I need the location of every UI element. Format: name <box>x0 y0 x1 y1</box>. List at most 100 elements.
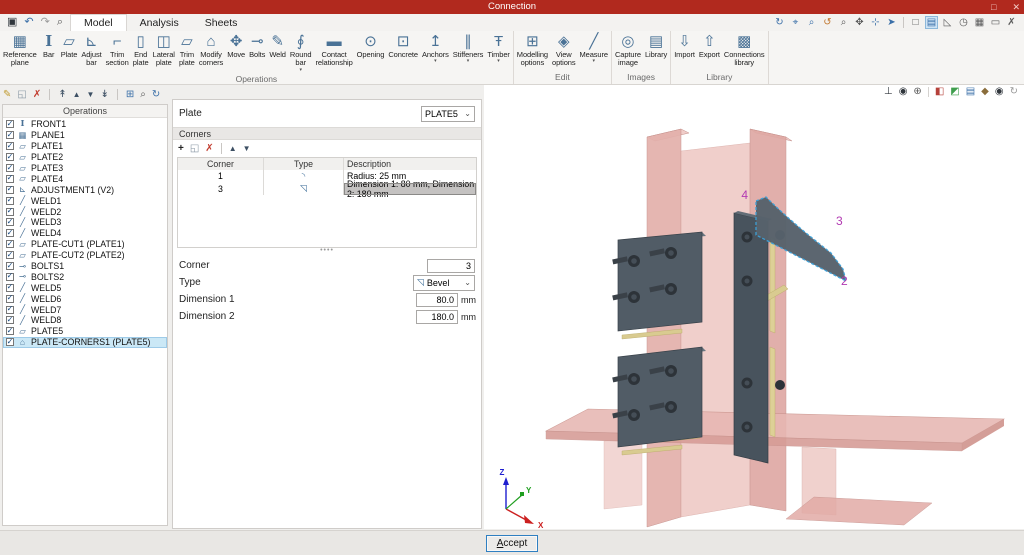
ribbon-button-stiffeners[interactable]: ∥ Stiffeners <box>451 31 486 63</box>
table-row[interactable]: 3 ◹ Dimension 1: 80 mm, Dimension 2: 180… <box>178 179 476 199</box>
ribbon-button-bar[interactable]: I Bar <box>39 31 59 59</box>
refresh-icon[interactable]: ↻ <box>152 89 160 100</box>
ribbon-button-anchors[interactable]: ↥ Anchors <box>420 31 451 63</box>
tree-item-weld8[interactable]: ╱ WELD8 <box>3 315 167 326</box>
checkbox-icon[interactable] <box>6 294 14 303</box>
ribbon-button-import[interactable]: ⇩ Import <box>672 31 697 59</box>
zoom-window-icon[interactable]: ⌕ <box>805 16 818 29</box>
corner-input[interactable]: 3 <box>427 258 475 273</box>
orbit-icon[interactable]: ◉ <box>899 87 908 97</box>
ribbon-button-trim-plate[interactable]: ▱ Trim plate <box>177 31 197 68</box>
ribbon-button-export[interactable]: ⇧ Export <box>697 31 722 59</box>
tree-item-bolts2[interactable]: ⊸ BOLTS2 <box>3 271 167 282</box>
ribbon-button-contact-relationship[interactable]: ▬ Contact relationship <box>314 31 355 68</box>
checkbox-icon[interactable] <box>6 338 14 347</box>
solid-view-icon[interactable]: ◧ <box>935 87 944 97</box>
close-icon[interactable]: ✕ <box>1012 0 1020 14</box>
panel-splitter[interactable]: •••• <box>173 247 481 256</box>
delete-icon[interactable]: ✗ <box>33 89 41 100</box>
ribbon-button-bolts[interactable]: ⊸ Bolts <box>247 31 267 59</box>
tree-item-plate-corners1[interactable]: ⌂ PLATE-CORNERS1 (PLATE5) <box>3 336 167 348</box>
checkbox-icon[interactable] <box>6 196 14 205</box>
tree-item-weld5[interactable]: ╱ WELD5 <box>3 282 167 293</box>
tree-item-plate4[interactable]: ▱ PLATE4 <box>3 173 167 184</box>
move-top-icon[interactable]: ↟ <box>58 89 66 100</box>
zoom-extents-icon[interactable]: ⌖ <box>789 16 802 29</box>
ribbon-button-view-options[interactable]: ◈ View options <box>550 31 577 68</box>
move-up-icon[interactable]: ▲ <box>73 90 81 99</box>
tab-sheets[interactable]: Sheets <box>192 14 251 31</box>
type-select[interactable]: ◹ Bevel ⌄ <box>413 274 475 291</box>
rotate-model-icon[interactable]: ↻ <box>1010 87 1018 97</box>
ribbon-button-lateral-plate[interactable]: ◫ Lateral plate <box>151 31 177 68</box>
checkbox-icon[interactable] <box>6 240 14 249</box>
checkbox-icon[interactable] <box>6 251 14 260</box>
ribbon-button-image-library[interactable]: ▤ Library <box>643 31 669 59</box>
tab-model[interactable]: Model <box>70 14 127 31</box>
checkbox-icon[interactable] <box>6 316 14 325</box>
tree-item-weld1[interactable]: ╱ WELD1 <box>3 195 167 206</box>
tree-item-plate1[interactable]: ▱ PLATE1 <box>3 141 167 152</box>
ribbon-button-modify-corners[interactable]: ⌂ Modify corners <box>197 31 225 68</box>
tree-item-weld4[interactable]: ╱ WELD4 <box>3 228 167 239</box>
gimbal-icon[interactable]: ⊕ <box>913 87 921 97</box>
workplane-icon[interactable]: ▤ <box>925 16 938 29</box>
ribbon-button-round-bar[interactable]: ∮ Round bar <box>288 31 314 72</box>
checkbox-icon[interactable] <box>6 164 14 172</box>
checkbox-icon[interactable] <box>6 185 14 194</box>
ribbon-button-opening[interactable]: ⊙ Opening <box>355 31 387 59</box>
magnifier-icon[interactable]: ⌕ <box>837 16 850 29</box>
checkbox-icon[interactable] <box>6 207 14 216</box>
visibility-icon[interactable]: ◉ <box>995 87 1004 97</box>
checkbox-icon[interactable] <box>6 131 14 140</box>
checkbox-icon[interactable] <box>6 283 14 292</box>
accept-button[interactable]: Accept <box>486 534 538 552</box>
angle-icon[interactable]: ◺ <box>941 16 954 29</box>
ribbon-button-adjust-bar[interactable]: ⊾ Adjust bar <box>79 31 103 68</box>
move-down-icon[interactable]: ▼ <box>87 90 95 99</box>
ribbon-button-reference-plane[interactable]: ▦ Reference plane <box>1 31 39 68</box>
checkbox-icon[interactable] <box>6 272 14 281</box>
tree-item-weld7[interactable]: ╱ WELD7 <box>3 304 167 315</box>
clock-icon[interactable]: ◷ <box>957 16 970 29</box>
pan-icon[interactable]: ✥ <box>853 16 866 29</box>
plate-select[interactable]: PLATE5 ⌄ <box>421 105 475 122</box>
ribbon-button-measure[interactable]: ╱ Measure <box>577 31 609 63</box>
search-icon[interactable]: ⌕ <box>57 17 63 28</box>
wireframe-icon[interactable]: □ <box>909 16 922 29</box>
undo-icon[interactable]: ↶ <box>24 17 33 28</box>
redo-icon[interactable]: ↷ <box>41 17 50 28</box>
ribbon-button-end-plate[interactable]: ▯ End plate <box>131 31 151 68</box>
copy-row-icon[interactable]: ◱ <box>190 143 199 154</box>
tree-item-plate3[interactable]: ▱ PLATE3 <box>3 163 167 174</box>
checkbox-icon[interactable] <box>6 142 14 151</box>
move-view-icon[interactable]: ⊹ <box>869 16 882 29</box>
edit-icon[interactable]: ✎ <box>3 89 11 100</box>
checkbox-icon[interactable] <box>6 229 14 238</box>
copy-icon[interactable]: ◱ <box>17 89 26 100</box>
comment-icon[interactable]: ▭ <box>989 16 1002 29</box>
add-row-icon[interactable]: + <box>178 143 184 154</box>
delete-row-icon[interactable]: ✗ <box>205 143 213 154</box>
grid-icon[interactable]: ▦ <box>973 16 986 29</box>
tree-item-weld2[interactable]: ╱ WELD2 <box>3 206 167 217</box>
axes-icon[interactable]: ⊥ <box>884 87 893 97</box>
dimension1-input[interactable]: 80.0 <box>416 292 458 307</box>
checkbox-icon[interactable] <box>6 218 14 227</box>
tree-item-weld3[interactable]: ╱ WELD3 <box>3 217 167 228</box>
viewport-3d[interactable]: ⊥ ◉ ⊕ ◧ ◩ ▤ ◆ ◉ ↻ 4 3 2 Z X Y <box>484 85 1024 529</box>
tree-item-weld6[interactable]: ╱ WELD6 <box>3 293 167 304</box>
checkbox-icon[interactable] <box>6 153 14 162</box>
dimension2-input[interactable]: 180.0 <box>416 309 458 324</box>
tree-item-adjustment1[interactable]: ⊾ ADJUSTMENT1 (V2) <box>3 184 167 195</box>
tree-item-bolts1[interactable]: ⊸ BOLTS1 <box>3 261 167 272</box>
layers-view-icon[interactable]: ▤ <box>966 87 975 97</box>
tree-item-plate5[interactable]: ▱ PLATE5 <box>3 326 167 337</box>
row-down-icon[interactable]: ▼ <box>243 144 251 153</box>
ribbon-button-modelling-options[interactable]: ⊞ Modelling options <box>515 31 550 68</box>
refresh-view-icon[interactable]: ↺ <box>821 16 834 29</box>
ribbon-button-trim-section[interactable]: ⌐ Trim section <box>104 31 131 68</box>
tree-item-plate-cut2[interactable]: ▱ PLATE-CUT2 (PLATE2) <box>3 250 167 261</box>
row-up-icon[interactable]: ▲ <box>229 144 237 153</box>
ribbon-button-move[interactable]: ✥ Move <box>225 31 247 59</box>
